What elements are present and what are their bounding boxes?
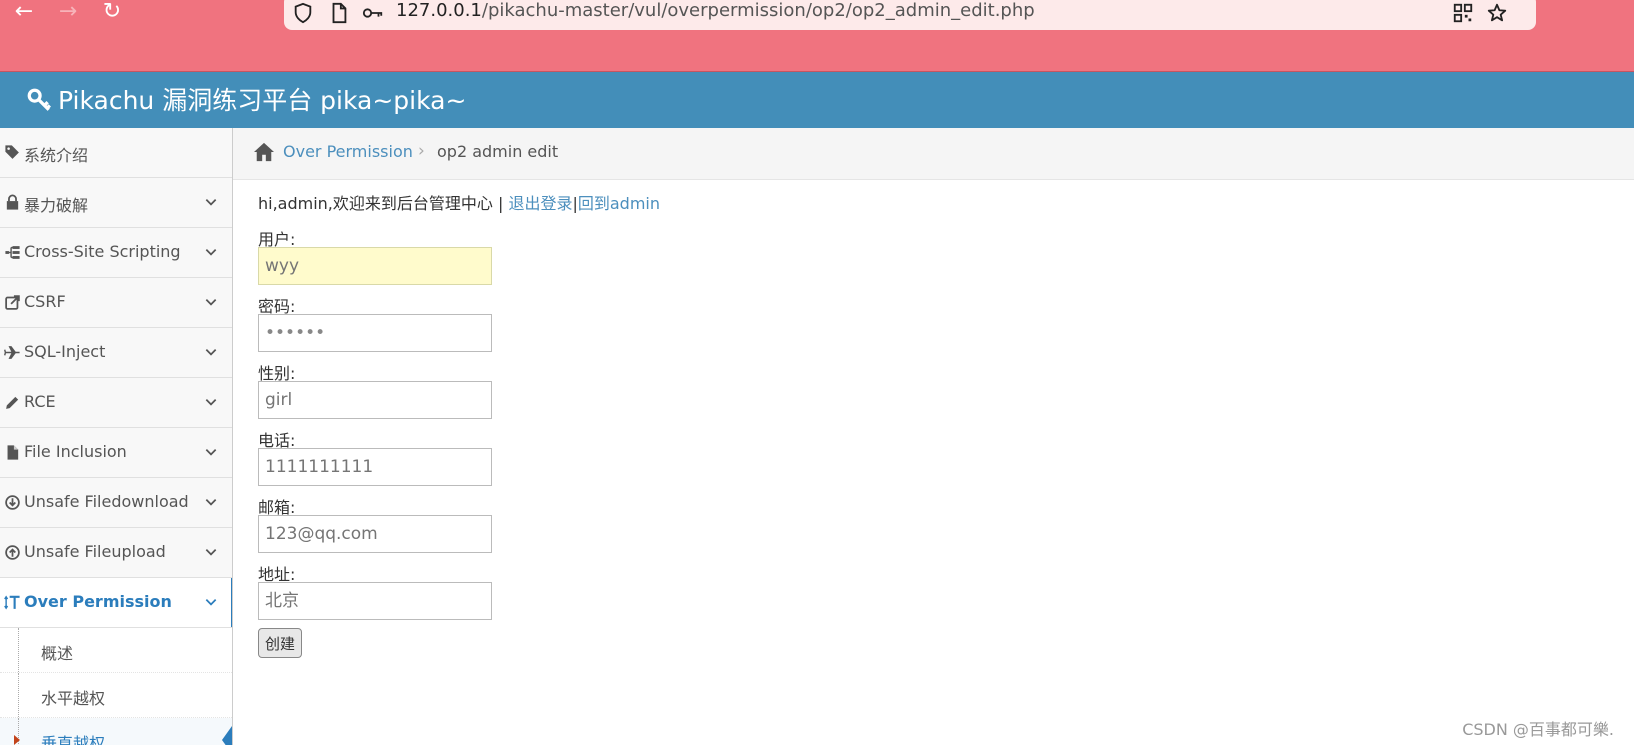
- lock-icon: [6, 194, 19, 210]
- breadcrumb-separator-icon: ›: [418, 141, 425, 161]
- chevron-down-icon: [205, 399, 217, 406]
- main-content: hi,admin,欢迎来到后台管理中心 | 退出登录|回到admin 用户: 密…: [258, 190, 1058, 658]
- chevron-down-icon: [205, 299, 217, 306]
- chevron-down-icon: [205, 199, 217, 206]
- tags-icon: [5, 145, 19, 159]
- sidebar-item-csrf[interactable]: CSRF: [0, 278, 232, 328]
- sidebar-item-file-inclusion[interactable]: File Inclusion: [0, 428, 232, 478]
- plane-icon: [4, 346, 20, 359]
- address-label: 地址:: [258, 565, 296, 584]
- sidebar-item-over-permission[interactable]: Over Permission: [0, 578, 232, 628]
- qr-code-icon[interactable]: [1452, 2, 1474, 24]
- address-bar[interactable]: 127.0.0.1/pikachu-master/vul/overpermiss…: [284, 0, 1536, 30]
- upload-icon: [5, 545, 20, 560]
- chevron-down-icon: [205, 499, 217, 506]
- download-icon: [5, 495, 20, 510]
- sitemap-icon: [5, 246, 20, 259]
- text-height-icon: [4, 595, 20, 610]
- breadcrumb-current: op2 admin edit: [437, 142, 559, 161]
- sidebar-item-label: RCE: [24, 392, 56, 411]
- active-indicator: [222, 726, 232, 745]
- admin-edit-form: 用户: 密码: 性别: 电话: 邮箱: 地址: 创建: [258, 226, 1058, 658]
- chevron-down-icon: [205, 599, 217, 606]
- sidebar-item-label: 暴力破解: [24, 196, 89, 215]
- sidebar-item-label: Unsafe Fileupload: [24, 542, 166, 561]
- sidebar-subitem-label: 概述: [41, 644, 74, 663]
- chevron-down-icon: [205, 449, 217, 456]
- logout-link[interactable]: 退出登录: [508, 194, 572, 213]
- shield-icon[interactable]: [292, 2, 314, 24]
- sidebar-item-intro[interactable]: 系统介绍: [0, 128, 232, 178]
- sidebar-subitem-vertical[interactable]: 垂直越权: [0, 718, 232, 745]
- address-input[interactable]: [258, 582, 492, 620]
- back-to-admin-link[interactable]: 回到admin: [578, 194, 660, 213]
- back-arrow-icon[interactable]: ←: [12, 1, 36, 26]
- chevron-down-icon: [205, 549, 217, 556]
- welcome-line: hi,admin,欢迎来到后台管理中心 | 退出登录|回到admin: [258, 190, 1058, 214]
- sidebar-item-label: 系统介绍: [24, 146, 89, 165]
- chevron-down-icon: [205, 249, 217, 256]
- password-input[interactable]: [258, 314, 492, 352]
- app-title[interactable]: Pikachu 漏洞练习平台 pika~pika~: [26, 81, 466, 117]
- sidebar-item-xss[interactable]: Cross-Site Scripting: [0, 228, 232, 278]
- key-icon[interactable]: [362, 2, 384, 24]
- sidebar-subitem-overview[interactable]: 概述: [0, 628, 232, 673]
- create-button[interactable]: 创建: [258, 628, 303, 658]
- sidebar-item-bruteforce[interactable]: 暴力破解: [0, 178, 232, 228]
- username-input[interactable]: [258, 247, 492, 285]
- sex-label: 性别:: [258, 364, 296, 383]
- sidebar-item-label: Unsafe Filedownload: [24, 492, 189, 511]
- sidebar-item-label: File Inclusion: [24, 442, 127, 461]
- chevron-down-icon: [205, 349, 217, 356]
- app-title-text: Pikachu 漏洞练习平台 pika~pika~: [58, 86, 467, 115]
- sidebar: 系统介绍 暴力破解 Cross-Site Scripting CSRF SQL-…: [0, 128, 233, 745]
- forward-arrow-icon[interactable]: →: [56, 1, 80, 26]
- page-icon[interactable]: [328, 2, 350, 24]
- password-label: 密码:: [258, 297, 296, 316]
- sidebar-item-filedownload[interactable]: Unsafe Filedownload: [0, 478, 232, 528]
- watermark: CSDN @百事都可樂.: [1462, 720, 1614, 739]
- share-icon: [5, 295, 20, 310]
- username-label: 用户:: [258, 230, 296, 249]
- breadcrumb-link[interactable]: Over Permission: [283, 142, 413, 161]
- browser-toolbar: ← → ↻ 127.0.0.1/pikachu-master/vul/overp…: [0, 0, 1634, 72]
- sidebar-item-rce[interactable]: RCE: [0, 378, 232, 428]
- email-label: 邮箱:: [258, 498, 296, 517]
- sidebar-item-label: Over Permission: [24, 592, 172, 611]
- sidebar-subitem-label: 垂直越权: [41, 734, 106, 745]
- sex-input[interactable]: [258, 381, 492, 419]
- sidebar-item-label: Cross-Site Scripting: [24, 242, 181, 261]
- pencil-icon: [6, 396, 19, 409]
- file-icon: [7, 445, 19, 460]
- breadcrumb: Over Permission › op2 admin edit: [233, 128, 1634, 180]
- email-input[interactable]: [258, 515, 492, 553]
- url-path: /pikachu-master/vul/overpermission/op2/o…: [481, 0, 1035, 21]
- sidebar-item-sqli[interactable]: SQL-Inject: [0, 328, 232, 378]
- sidebar-item-label: CSRF: [24, 292, 66, 311]
- app-header: Pikachu 漏洞练习平台 pika~pika~: [0, 72, 1634, 128]
- caret-right-icon: [14, 735, 20, 745]
- phone-label: 电话:: [258, 431, 296, 450]
- phone-input[interactable]: [258, 448, 492, 486]
- welcome-text: hi,admin,欢迎来到后台管理中心 |: [258, 194, 509, 213]
- key-logo-icon: [27, 88, 51, 111]
- sidebar-subitem-horizontal[interactable]: 水平越权: [0, 673, 232, 718]
- sidebar-item-label: SQL-Inject: [24, 342, 106, 361]
- sidebar-subitem-label: 水平越权: [41, 689, 106, 708]
- star-icon[interactable]: [1486, 2, 1508, 24]
- home-icon[interactable]: [253, 142, 275, 162]
- reload-icon[interactable]: ↻: [100, 1, 124, 26]
- url-host: 127.0.0.1: [396, 0, 482, 21]
- url-text[interactable]: 127.0.0.1/pikachu-master/vul/overpermiss…: [396, 0, 1035, 21]
- sidebar-item-fileupload[interactable]: Unsafe Fileupload: [0, 528, 232, 578]
